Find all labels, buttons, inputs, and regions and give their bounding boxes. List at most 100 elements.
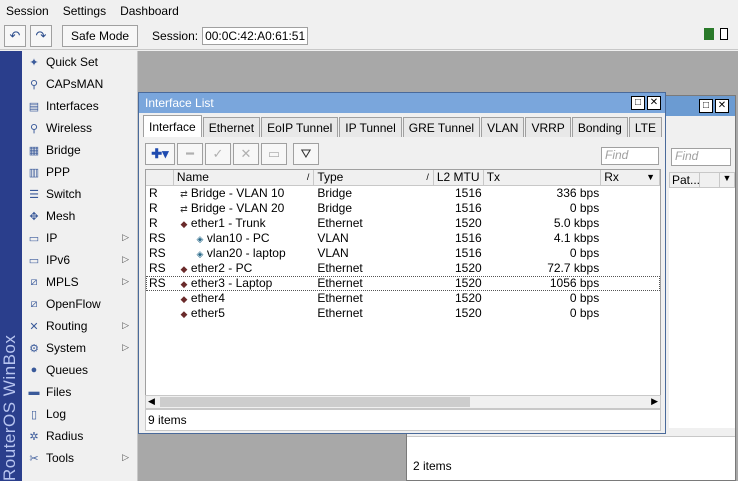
tab-gre-tunnel[interactable]: GRE Tunnel xyxy=(402,117,481,137)
table-row[interactable]: R ◆ ether1 - Trunk Ethernet 1520 5.0 kbps xyxy=(146,216,660,231)
table-row[interactable]: R ⇄ Bridge - VLAN 20 Bridge 1516 0 bps xyxy=(146,201,660,216)
tab-vrrp[interactable]: VRRP xyxy=(525,117,571,137)
column-header-name[interactable]: Name / xyxy=(174,170,315,186)
sidebar-item-switch[interactable]: ☰ Switch xyxy=(22,183,137,205)
tab-lte[interactable]: LTE xyxy=(628,117,662,137)
row-name-text: ether2 - PC xyxy=(190,261,253,275)
maximize-button[interactable]: □ xyxy=(631,96,645,110)
sidebar-item-label: MPLS xyxy=(46,275,79,289)
column-header-blank[interactable] xyxy=(700,173,720,187)
sidebar-item-label: CAPsMAN xyxy=(46,77,104,91)
row-tx: 4.1 kbps xyxy=(553,231,600,245)
menu-settings[interactable]: Settings xyxy=(63,4,106,18)
sidebar-item-log[interactable]: ▯ Log xyxy=(22,403,137,425)
table-row[interactable]: ◆ ether4 Ethernet 1520 0 bps xyxy=(146,291,660,306)
column-header-rx[interactable]: Rx ▼ xyxy=(601,170,660,186)
tab-vlan[interactable]: VLAN xyxy=(481,117,525,137)
sidebar-item-queues[interactable]: ● Queues xyxy=(22,359,137,381)
sidebar-item-label: Radius xyxy=(46,429,84,443)
tab-bonding[interactable]: Bonding xyxy=(571,117,628,137)
horizontal-scrollbar[interactable]: ◀ ▶ xyxy=(145,395,661,409)
tab-interface[interactable]: Interface xyxy=(143,115,202,137)
sidebar-item-mpls[interactable]: ⧄ MPLS ▷ xyxy=(22,271,137,293)
row-type: Ethernet xyxy=(317,261,363,275)
ethernet-icon: ◆ xyxy=(180,219,188,229)
sidebar-item-tools[interactable]: ✂ Tools ▷ xyxy=(22,447,137,469)
column-header-type[interactable]: Type / xyxy=(314,170,434,186)
row-type: Bridge xyxy=(317,201,353,215)
sidebar-item-files[interactable]: ▬ Files xyxy=(22,381,137,403)
column-header-flags[interactable] xyxy=(146,170,174,186)
sidebar-item-system[interactable]: ⚙ System ▷ xyxy=(22,337,137,359)
row-name-text: ether5 xyxy=(190,306,225,320)
maximize-button[interactable]: □ xyxy=(699,99,713,113)
toolbar: ↶ ↷ Safe Mode Session: 00:0C:42:A0:61:51 xyxy=(0,22,738,50)
row-type: Ethernet xyxy=(317,216,363,230)
sidebar-item-bridge[interactable]: ▦ Bridge xyxy=(22,139,137,161)
row-flags: R xyxy=(149,216,158,230)
sidebar-item-interfaces[interactable]: ▤ Interfaces xyxy=(22,95,137,117)
column-header-l2mtu[interactable]: L2 MTU xyxy=(434,170,484,186)
openflow-icon: ⧄ xyxy=(30,297,38,310)
scroll-right-icon[interactable]: ▶ xyxy=(651,396,658,407)
safe-mode-button[interactable]: Safe Mode xyxy=(62,24,139,47)
filter-button[interactable]: ⛛ xyxy=(293,143,319,165)
undo-button[interactable]: ↶ xyxy=(4,24,26,47)
comment-button[interactable]: ▭ xyxy=(261,143,287,165)
table-row[interactable]: RS ◈ vlan20 - laptop VLAN 1516 0 bps xyxy=(146,246,660,261)
row-tx: 5.0 kbps xyxy=(553,216,600,230)
menu-dashboard[interactable]: Dashboard xyxy=(120,4,179,18)
status-bar: 2 items xyxy=(407,436,735,480)
sidebar-item-openflow[interactable]: ⧄ OpenFlow xyxy=(22,293,137,315)
mpls-icon: ⧄ xyxy=(30,275,38,288)
find-input[interactable]: Find xyxy=(601,147,659,165)
row-flags: RS xyxy=(149,261,166,275)
table-row[interactable]: ◆ ether5 Ethernet 1520 0 bps xyxy=(146,306,660,321)
sidebar-item-quick-set[interactable]: ✦ Quick Set xyxy=(22,51,137,73)
scrollbar-thumb[interactable] xyxy=(160,397,470,407)
ipv6-icon: ▭ xyxy=(28,254,40,267)
sidebar-item-ppp[interactable]: ▥ PPP xyxy=(22,161,137,183)
interface-list-window[interactable]: Interface List □ ✕ Interface Ethernet Eo… xyxy=(138,92,666,434)
row-name: ◈ vlan20 - laptop xyxy=(174,246,314,261)
row-flags xyxy=(146,291,174,306)
wand-icon: ✦ xyxy=(29,56,39,69)
tab-ip-tunnel[interactable]: IP Tunnel xyxy=(339,117,402,137)
menu-session[interactable]: Session xyxy=(6,4,49,18)
tab-eoip-tunnel[interactable]: EoIP Tunnel xyxy=(261,117,339,137)
disable-button[interactable]: ✕ xyxy=(233,143,259,165)
plus-icon: ✚▾ xyxy=(151,146,169,161)
column-header-tx[interactable]: Tx xyxy=(484,170,602,186)
table-row[interactable]: R ⇄ Bridge - VLAN 10 Bridge 1516 336 bps xyxy=(146,186,660,201)
sidebar-item-routing[interactable]: ✕ Routing ▷ xyxy=(22,315,137,337)
sidebar-item-ipv6[interactable]: ▭ IPv6 ▷ xyxy=(22,249,137,271)
row-type: VLAN xyxy=(317,231,349,245)
scroll-left-icon[interactable]: ◀ xyxy=(148,396,155,407)
column-header-path[interactable]: Pat... xyxy=(670,173,700,187)
sidebar-item-label: OpenFlow xyxy=(46,297,101,311)
add-button[interactable]: ✚▾ xyxy=(145,143,175,165)
close-button[interactable]: ✕ xyxy=(647,96,661,110)
wireless-icon: ⚲ xyxy=(29,122,39,135)
sidebar-item-ip[interactable]: ▭ IP ▷ xyxy=(22,227,137,249)
table-row[interactable]: RS ◆ ether3 - Laptop Ethernet 1520 1056 b… xyxy=(146,276,660,291)
sidebar-item-radius[interactable]: ✲ Radius xyxy=(22,425,137,447)
column-dropdown-icon[interactable]: ▼ xyxy=(646,170,655,185)
tab-ethernet[interactable]: Ethernet xyxy=(202,117,261,137)
sidebar-item-mesh[interactable]: ✥ Mesh xyxy=(22,205,137,227)
row-mtu: 1520 xyxy=(454,291,482,305)
remove-button[interactable]: ━ xyxy=(177,143,203,165)
close-button[interactable]: ✕ xyxy=(715,99,729,113)
column-label: Rx xyxy=(604,170,619,184)
table-row[interactable]: RS ◆ ether2 - PC Ethernet 1520 72.7 kbps xyxy=(146,261,660,276)
sidebar-item-capsman[interactable]: ⚲ CAPsMAN xyxy=(22,73,137,95)
enable-button[interactable]: ✓ xyxy=(205,143,231,165)
redo-icon: ↷ xyxy=(35,27,47,43)
redo-button[interactable]: ↷ xyxy=(30,24,52,47)
row-name-text: ether1 - Trunk xyxy=(190,216,266,230)
window-titlebar[interactable]: Interface List xyxy=(139,93,665,113)
sidebar-item-wireless[interactable]: ⚲ Wireless xyxy=(22,117,137,139)
find-input[interactable]: Find xyxy=(671,148,731,166)
column-dropdown-icon[interactable]: ▼ xyxy=(720,173,734,187)
table-row[interactable]: RS ◈ vlan10 - PC VLAN 1516 4.1 kbps xyxy=(146,231,660,246)
